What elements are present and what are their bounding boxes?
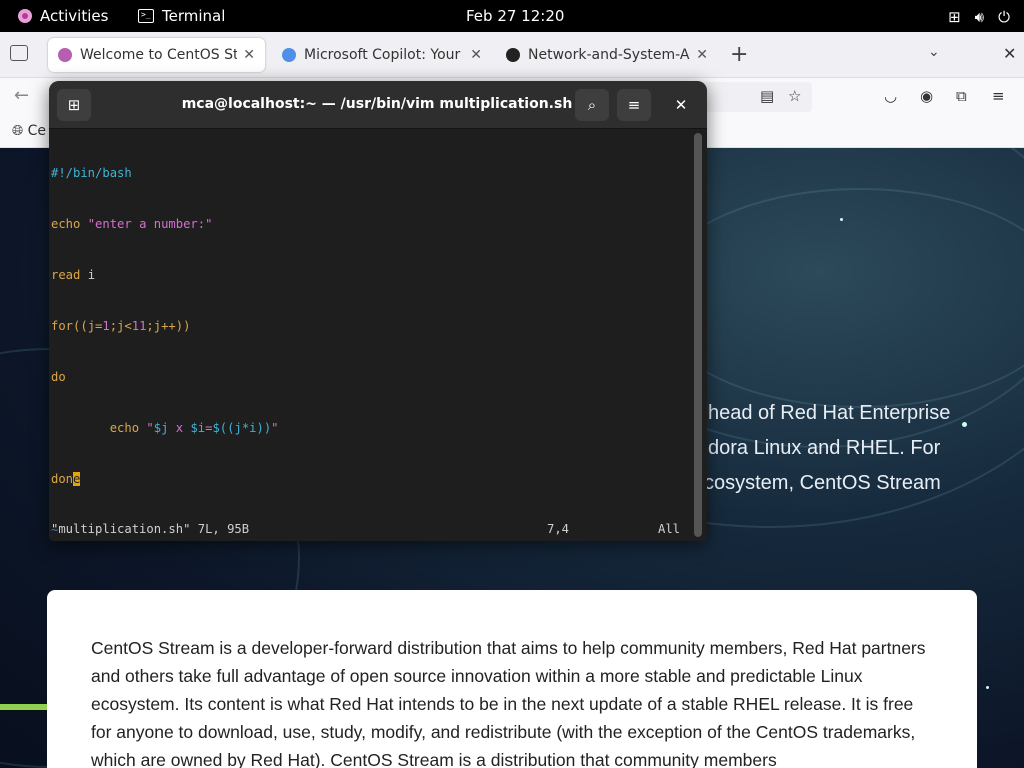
star [986, 686, 989, 689]
terminal-header[interactable]: ⊞ mca@localhost:~ — /usr/bin/vim multipl… [49, 81, 707, 129]
string: " [146, 421, 154, 435]
variable: $j [153, 421, 169, 435]
back-icon[interactable]: ← [14, 85, 29, 106]
code-line: done [51, 471, 691, 488]
code-line: for((j=1;j<11;j++)) [51, 318, 691, 335]
star [840, 218, 843, 221]
string: " [271, 421, 279, 435]
browser-tab-strip: Welcome to CentOS Strea ✕ Microsoft Copi… [0, 32, 1024, 78]
new-tab-icon[interactable]: + [730, 42, 748, 67]
copilot-favicon-icon [282, 48, 296, 62]
code-text: ;j< [109, 319, 132, 333]
hero-text-line: cosystem, CentOS Stream [704, 472, 941, 494]
tab-label: Network-and-System-Adm [528, 47, 690, 63]
string: "enter a number:" [87, 217, 213, 231]
code-line: echo "$j x $i=$((j*i))" [51, 420, 691, 437]
code-line: #!/bin/bash [51, 165, 691, 182]
keyword: don [51, 472, 74, 486]
tab-label: Welcome to CentOS Strea [80, 47, 238, 63]
card-paragraph: CentOS Stream is a developer-forward dis… [91, 638, 926, 768]
code-text: ;j++)) [146, 319, 191, 333]
terminal-title: mca@localhost:~ — /usr/bin/vim multiplic… [181, 96, 573, 112]
volume-icon[interactable]: 🔊︎ [975, 8, 984, 26]
code-line: echo "enter a number:" [51, 216, 691, 233]
star [962, 422, 967, 427]
gnome-logo-icon [18, 9, 32, 23]
search-icon[interactable]: ⌕ [575, 89, 609, 121]
keyword: echo [51, 217, 81, 231]
clock[interactable]: Feb 27 12:20 [466, 7, 564, 25]
terminal-window[interactable]: ⊞ mca@localhost:~ — /usr/bin/vim multipl… [49, 81, 707, 541]
empty-line-tilde: ~ [51, 539, 691, 541]
github-favicon-icon [506, 48, 520, 62]
list-tabs-icon[interactable]: ⌄ [928, 44, 940, 60]
top-bar: Activities >_ Terminal Feb 27 12:20 ⊞ 🔊︎… [0, 0, 1024, 32]
extensions-icon[interactable]: ⧉ [956, 87, 967, 105]
code-line: read i [51, 267, 691, 284]
hamburger-menu-icon[interactable]: ≡ [617, 89, 651, 121]
number: 1 [102, 319, 110, 333]
new-tab-icon[interactable]: ⊞ [57, 89, 91, 121]
reader-view-icon[interactable]: ▤ [760, 87, 774, 105]
code-line: do [51, 369, 691, 386]
variable: $((j*i)) [212, 421, 272, 435]
menu-icon[interactable]: ≡ [992, 87, 1005, 105]
bookmark-item[interactable]: 🌐︎ Ce [12, 123, 46, 139]
bookmark-label: Ce [27, 123, 47, 139]
tab-centos[interactable]: Welcome to CentOS Strea ✕ [48, 38, 265, 72]
content-card: CentOS Stream is a developer-forward dis… [47, 590, 977, 768]
power-icon[interactable]: ⏻ [998, 8, 1010, 26]
keyword: do [51, 370, 66, 384]
keyword: read [51, 268, 81, 282]
tab-github[interactable]: Network-and-System-Adm ✕ [496, 38, 718, 72]
bookmark-star-icon[interactable]: ☆ [788, 87, 801, 105]
system-tray[interactable]: ⊞ 🔊︎ ⏻ [948, 8, 1010, 26]
keyword: echo [51, 421, 147, 435]
vim-status-line: "multiplication.sh" 7L, 95B 7,4 All [51, 522, 691, 539]
activities-button[interactable]: Activities [18, 7, 108, 25]
code-text: ((j= [73, 319, 103, 333]
close-window-icon[interactable]: ✕ [1003, 44, 1016, 63]
number: 11 [131, 319, 147, 333]
tab-label: Microsoft Copilot: Your AI [304, 47, 465, 63]
close-icon[interactable]: ✕ [669, 93, 693, 117]
account-icon[interactable]: ◉ [920, 87, 933, 105]
close-tab-icon[interactable]: ✕ [243, 47, 255, 63]
hero-text-line: head of Red Hat Enterprise [708, 402, 951, 424]
status-file-info: "multiplication.sh" 7L, 95B [51, 522, 250, 536]
scrollbar[interactable] [694, 133, 702, 537]
shebang: #!/bin/bash [51, 166, 132, 180]
activities-label: Activities [40, 7, 109, 25]
close-tab-icon[interactable]: ✕ [696, 47, 708, 63]
text-cursor: e [73, 472, 81, 486]
code-text: i [80, 268, 96, 282]
sidebar-icon[interactable] [10, 45, 28, 61]
network-icon[interactable]: ⊞ [948, 8, 961, 26]
status-cursor-position: 7,4 [547, 522, 570, 536]
variable: $i [190, 421, 206, 435]
centos-favicon-icon [58, 48, 72, 62]
status-scroll-position: All [658, 522, 681, 536]
vim-buffer[interactable]: #!/bin/bash echo "enter a number:" read … [51, 131, 691, 541]
string: x [168, 421, 191, 435]
close-tab-icon[interactable]: ✕ [470, 47, 482, 63]
pocket-icon[interactable]: ◡ [884, 87, 897, 105]
tab-copilot[interactable]: Microsoft Copilot: Your AI ✕ [272, 38, 492, 72]
keyword: for [51, 319, 74, 333]
hero-text-line: dora Linux and RHEL. For [708, 437, 941, 459]
app-name-label: Terminal [162, 7, 226, 25]
terminal-icon: >_ [138, 9, 154, 23]
app-menu[interactable]: >_ Terminal [138, 7, 225, 25]
